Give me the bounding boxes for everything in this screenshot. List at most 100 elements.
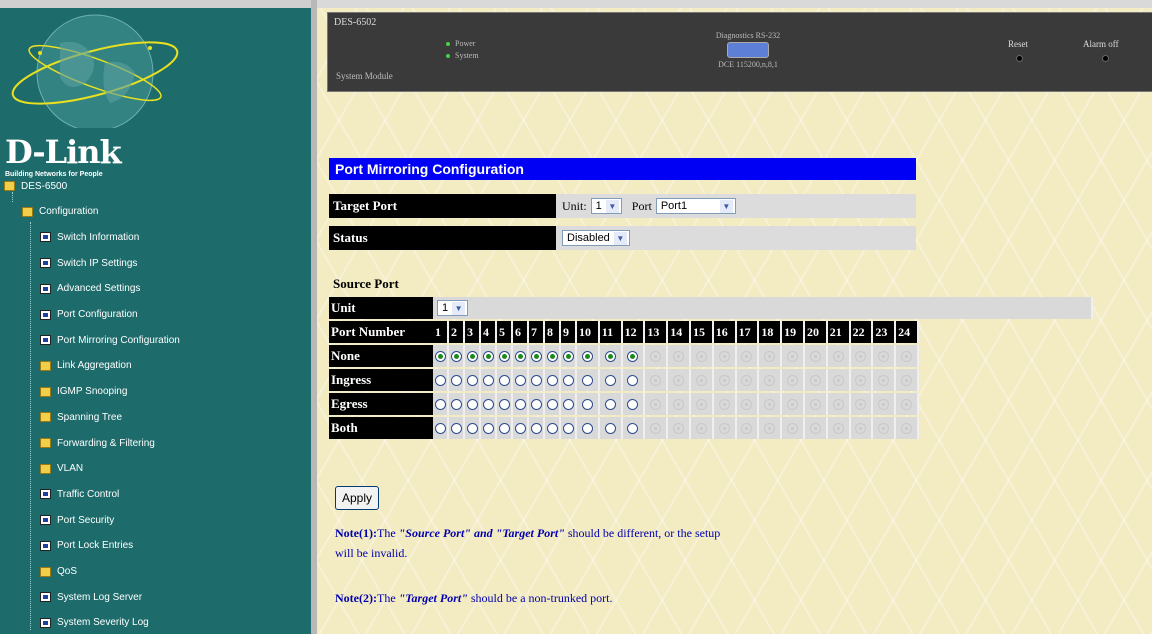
radio-cell [759, 345, 783, 367]
frame-separator[interactable] [311, 0, 317, 634]
radio-button[interactable] [581, 398, 593, 410]
source-unit-value: 1 [442, 302, 449, 314]
radio-button[interactable] [498, 422, 510, 434]
radio-button[interactable] [604, 422, 616, 434]
radio-button[interactable] [434, 422, 446, 434]
radio-button[interactable] [514, 398, 526, 410]
target-unit-select[interactable]: 1 ▼ [590, 198, 622, 214]
source-unit-row: Unit 1 ▼ [329, 297, 1093, 319]
note-1-continued: will be invalid. [335, 546, 408, 560]
radio-button[interactable] [482, 350, 494, 362]
radio-button[interactable] [498, 374, 510, 386]
alarm-off-label: Alarm off [1083, 39, 1119, 49]
target-unit-value: 1 [595, 200, 602, 212]
radio-button[interactable] [434, 398, 446, 410]
tree-item[interactable]: Forwarding & Filtering [40, 434, 155, 452]
tree-item[interactable]: VLAN [40, 460, 83, 478]
radio-button[interactable] [466, 350, 478, 362]
logo-wordmark: D-Link [5, 133, 122, 171]
radio-button[interactable] [450, 422, 462, 434]
radio-button[interactable] [562, 422, 574, 434]
radio-button[interactable] [627, 422, 639, 434]
port-number-header: 15 [690, 321, 714, 343]
radio-button[interactable] [581, 350, 593, 362]
rs232-port[interactable]: Diagnostics RS-232 DCE 115200,n,8,1 [688, 31, 808, 69]
source-unit-select[interactable]: 1 ▼ [437, 300, 469, 316]
radio-button[interactable] [466, 374, 478, 386]
radio-cell [481, 393, 497, 415]
tree-item[interactable]: QoS [40, 563, 77, 581]
tree-item[interactable]: Port Security [40, 511, 114, 529]
tree-item[interactable]: Configuration [22, 203, 98, 221]
radio-button[interactable] [498, 350, 510, 362]
radio-button[interactable] [530, 350, 542, 362]
radio-button[interactable] [482, 374, 494, 386]
unit-label: Unit: [562, 198, 587, 213]
radio-button[interactable] [466, 398, 478, 410]
radio-button [718, 350, 730, 362]
radio-button[interactable] [514, 422, 526, 434]
radio-button[interactable] [604, 398, 616, 410]
tree-item[interactable]: IGMP Snooping [40, 383, 127, 401]
radio-button[interactable] [604, 374, 616, 386]
radio-button[interactable] [466, 422, 478, 434]
radio-button[interactable] [450, 398, 462, 410]
radio-button [673, 374, 685, 386]
radio-cell [529, 369, 545, 391]
tree-item-label: Port Security [57, 514, 115, 526]
radio-button[interactable] [482, 398, 494, 410]
radio-button[interactable] [627, 398, 639, 410]
radio-button[interactable] [562, 398, 574, 410]
tree-item[interactable]: System Log Server [40, 588, 142, 606]
radio-button[interactable] [530, 374, 542, 386]
status-select[interactable]: Disabled ▼ [562, 230, 630, 246]
radio-button[interactable] [450, 374, 462, 386]
tree-item[interactable]: Port Mirroring Configuration [40, 331, 180, 349]
tree-item[interactable]: System Severity Log [40, 614, 149, 632]
radio-button[interactable] [530, 398, 542, 410]
target-port-select[interactable]: Port1 ▼ [655, 198, 736, 214]
tree-item[interactable]: DES-6500 [4, 177, 67, 195]
apply-button[interactable]: Apply [335, 486, 380, 510]
reset-button[interactable] [1016, 55, 1023, 62]
tree-item[interactable]: Port Configuration [40, 306, 138, 324]
radio-button[interactable] [562, 374, 574, 386]
radio-button[interactable] [530, 422, 542, 434]
tree-item[interactable]: Switch Information [40, 228, 139, 246]
tree-item[interactable]: Port Lock Entries [40, 537, 133, 555]
radio-button[interactable] [434, 350, 446, 362]
radio-button [695, 350, 707, 362]
radio-button[interactable] [514, 350, 526, 362]
radio-button[interactable] [514, 374, 526, 386]
port-number-header: 20 [804, 321, 828, 343]
globe-icon [11, 14, 179, 132]
port-number-header: 3 [465, 321, 481, 343]
radio-button[interactable] [581, 422, 593, 434]
radio-button[interactable] [546, 374, 558, 386]
radio-button[interactable] [627, 374, 639, 386]
status-select-value: Disabled [567, 232, 610, 244]
folder-icon [40, 566, 51, 577]
tree-item[interactable]: Traffic Control [40, 485, 119, 503]
radio-cell [622, 393, 646, 415]
radio-button[interactable] [546, 350, 558, 362]
mode-row-none: None [329, 345, 1093, 367]
radio-button[interactable] [546, 398, 558, 410]
radio-button[interactable] [581, 374, 593, 386]
alarm-off-button[interactable] [1102, 55, 1109, 62]
target-port-row: Target Port Unit: 1 ▼ Port Port1 ▼ [329, 194, 916, 218]
radio-button[interactable] [562, 350, 574, 362]
tree-item[interactable]: Switch IP Settings [40, 254, 137, 272]
status-label: Status [329, 226, 556, 250]
tree-item[interactable]: Spanning Tree [40, 408, 122, 426]
radio-button[interactable] [498, 398, 510, 410]
radio-button[interactable] [450, 350, 462, 362]
radio-button[interactable] [546, 422, 558, 434]
tree-item[interactable]: Advanced Settings [40, 280, 140, 298]
tree-item[interactable]: Link Aggregation [40, 357, 132, 375]
radio-button[interactable] [434, 374, 446, 386]
radio-button[interactable] [482, 422, 494, 434]
radio-button[interactable] [604, 350, 616, 362]
radio-cell [668, 369, 691, 391]
radio-button[interactable] [627, 350, 639, 362]
